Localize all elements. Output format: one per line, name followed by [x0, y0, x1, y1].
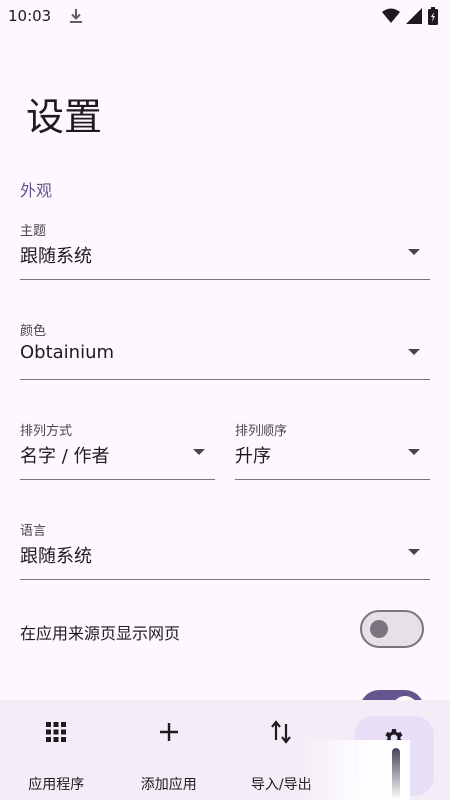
add-icon — [159, 723, 178, 741]
dropdown-arrow-icon — [408, 249, 420, 255]
sort-by-value: 名字 / 作者 — [20, 446, 110, 467]
apps-grid-icon — [46, 722, 67, 742]
theme-label: 主题 — [20, 224, 47, 239]
status-icons — [382, 7, 438, 25]
toggle-thumb — [370, 620, 388, 638]
nav-label-apps: 应用程序 — [28, 777, 85, 793]
status-bar: 10:03 — [0, 0, 450, 32]
dropdown-arrow-icon — [193, 449, 205, 455]
theme-value: 跟随系统 — [20, 246, 92, 267]
section-title-appearance: 外观 — [20, 181, 53, 200]
sort-order-label: 排列顺序 — [235, 424, 288, 439]
color-label: 颜色 — [20, 324, 47, 339]
signal-icon — [406, 8, 422, 24]
dropdown-arrow-icon — [408, 549, 420, 555]
nav-label-add-app: 添加应用 — [140, 777, 197, 793]
status-time: 10:03 — [8, 7, 52, 25]
theme-dropdown[interactable]: 主题 跟随系统 — [20, 216, 430, 280]
color-value: Obtainium — [20, 342, 115, 363]
wifi-icon — [382, 8, 400, 23]
page-title: 设置 — [26, 95, 103, 139]
sort-by-label: 排列方式 — [20, 424, 73, 439]
language-label: 语言 — [20, 524, 47, 539]
nav-item-add-app[interactable]: 添加应用 — [113, 700, 226, 800]
show-webpage-label: 在应用来源页显示网页 — [20, 624, 181, 643]
language-dropdown[interactable]: 语言 跟随系统 — [20, 516, 430, 580]
sort-by-dropdown[interactable]: 排列方式 名字 / 作者 — [20, 416, 215, 480]
sort-order-dropdown[interactable]: 排列顺序 升序 — [235, 416, 430, 480]
language-value: 跟随系统 — [20, 546, 92, 567]
download-icon — [70, 9, 83, 23]
nav-item-apps[interactable]: 应用程序 — [0, 700, 113, 800]
dropdown-arrow-icon — [408, 349, 420, 355]
import-export-icon — [271, 720, 292, 744]
show-webpage-toggle[interactable] — [360, 610, 424, 648]
dropdown-arrow-icon — [408, 449, 420, 455]
battery-icon — [428, 7, 438, 25]
scroll-indicator — [392, 748, 400, 800]
sort-order-value: 升序 — [235, 446, 271, 467]
color-dropdown[interactable]: 颜色 Obtainium — [20, 316, 430, 380]
show-webpage-row: 在应用来源页显示网页 — [20, 608, 430, 652]
